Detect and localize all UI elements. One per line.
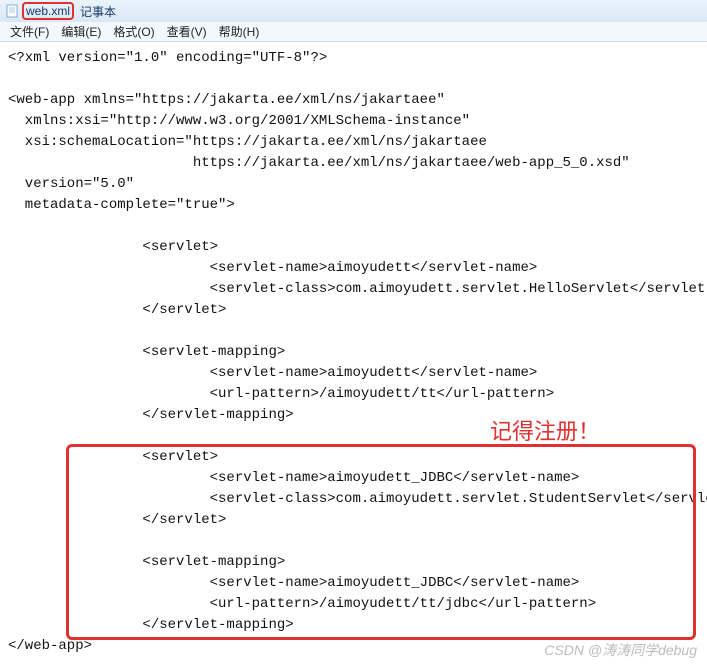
- notepad-icon: [4, 3, 20, 19]
- menubar: 文件(F) 编辑(E) 格式(O) 查看(V) 帮助(H): [0, 22, 707, 42]
- code-line: <servlet-mapping>: [8, 554, 285, 570]
- code-line: <servlet-class>com.aimoyudett.servlet.St…: [8, 491, 707, 507]
- code-line: <servlet-name>aimoyudett_JDBC</servlet-n…: [8, 575, 579, 591]
- menu-help[interactable]: 帮助(H): [213, 23, 266, 40]
- editor-content[interactable]: <?xml version="1.0" encoding="UTF-8"?> <…: [0, 42, 707, 663]
- menu-view[interactable]: 查看(V): [161, 23, 213, 40]
- code-line: <url-pattern>/aimoyudett/tt/jdbc</url-pa…: [8, 596, 596, 612]
- code-line: <servlet>: [8, 449, 218, 465]
- code-line: <servlet-name>aimoyudett</servlet-name>: [8, 260, 537, 276]
- code-line: </servlet-mapping>: [8, 407, 294, 423]
- code-line: </servlet>: [8, 512, 226, 528]
- titlebar: web.xml 记事本: [0, 0, 707, 22]
- menu-file[interactable]: 文件(F): [4, 23, 55, 40]
- code-line: metadata-complete="true">: [8, 197, 235, 213]
- code-line: <servlet-mapping>: [8, 344, 285, 360]
- code-line: <servlet-name>aimoyudett</servlet-name>: [8, 365, 537, 381]
- code-line: version="5.0": [8, 176, 134, 192]
- code-line: xmlns:xsi="http://www.w3.org/2001/XMLSch…: [8, 113, 470, 129]
- code-line: <url-pattern>/aimoyudett/tt</url-pattern…: [8, 386, 554, 402]
- watermark: CSDN @涛涛同学debug: [544, 640, 697, 660]
- code-line: <web-app xmlns="https://jakarta.ee/xml/n…: [8, 92, 445, 108]
- code-line: https://jakarta.ee/xml/ns/jakartaee/web-…: [8, 155, 630, 171]
- code-line: </web-app>: [8, 638, 92, 654]
- code-line: <servlet>: [8, 239, 218, 255]
- code-line: </servlet>: [8, 302, 226, 318]
- titlebar-filename: web.xml: [22, 2, 74, 20]
- code-line: <?xml version="1.0" encoding="UTF-8"?>: [8, 50, 327, 66]
- menu-edit[interactable]: 编辑(E): [55, 23, 107, 40]
- code-line: xsi:schemaLocation="https://jakarta.ee/x…: [8, 134, 487, 150]
- titlebar-appname: 记事本: [80, 3, 116, 20]
- annotation-label: 记得注册！: [490, 414, 600, 446]
- code-line: <servlet-class>com.aimoyudett.servlet.He…: [8, 281, 707, 297]
- menu-format[interactable]: 格式(O): [107, 23, 160, 40]
- code-line: </servlet-mapping>: [8, 617, 294, 633]
- code-line: <servlet-name>aimoyudett_JDBC</servlet-n…: [8, 470, 579, 486]
